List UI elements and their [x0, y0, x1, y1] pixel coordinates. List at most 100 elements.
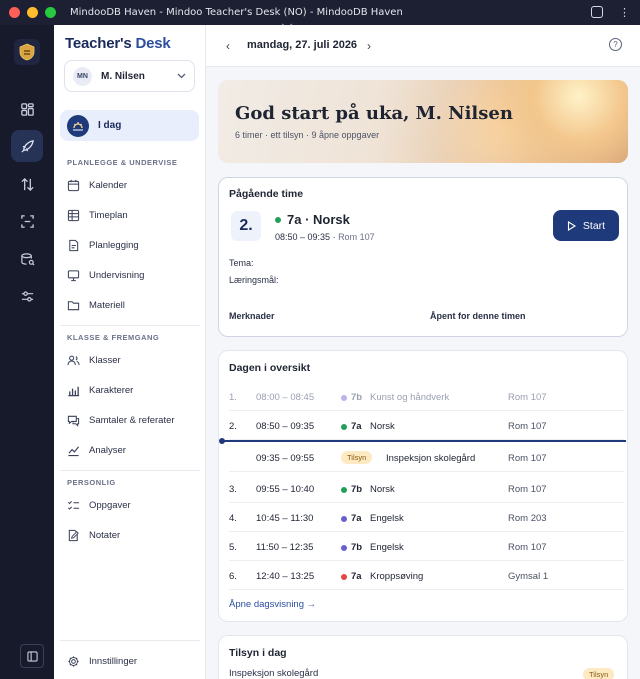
section-title-plan: PLANLEGGE & UNDERVISE [67, 158, 178, 167]
help-icon[interactable]: ? [609, 38, 622, 51]
room-name: Rom 107 [508, 484, 547, 495]
icon-rail [0, 25, 54, 679]
class-color-dot [341, 516, 347, 522]
user-name: M. Nilsen [101, 70, 145, 82]
sidebar-item-notater[interactable]: Notater [67, 526, 120, 544]
note-edit-icon [68, 529, 79, 541]
greeting-title: God start på uka, M. Nilsen [235, 103, 513, 124]
schedule-row[interactable]: 4. 10:45 – 11:30 7a Engelsk Rom 203 [229, 503, 624, 532]
lesson-subject: Norsk [370, 484, 395, 495]
toggle-sidebar-button[interactable] [20, 644, 44, 668]
topic-label: Tema: [229, 258, 254, 268]
schedule-row[interactable]: 2. 08:50 – 09:35 7a Norsk Rom 107 [229, 411, 624, 440]
rail-database-button[interactable] [11, 243, 43, 275]
period-number: 2. [231, 211, 261, 241]
calendar-icon [67, 179, 80, 191]
lesson-subject: Engelsk [370, 513, 404, 524]
period-number: 4. [229, 513, 237, 524]
period-number: 2. [229, 421, 237, 432]
lesson-subject: Kunst og håndverk [370, 392, 450, 403]
status-badge: Tilsyn [341, 451, 373, 464]
rail-rocket-button[interactable] [11, 130, 43, 162]
extensions-icon[interactable] [591, 6, 603, 18]
section-title-class: KLASSE & FREMGANG [67, 333, 160, 342]
sidebar-item-klasser[interactable]: Klasser [67, 351, 121, 369]
room-name: Gymsal 1 [508, 571, 549, 582]
lesson-time: 09:55 – 10:40 [256, 484, 315, 495]
rail-scan-button[interactable] [11, 205, 43, 237]
schedule-row[interactable]: 09:35 – 09:55 Tilsyn Inspeksjon skolegård R… [229, 443, 624, 472]
maximize-window-button[interactable] [45, 7, 56, 18]
previous-day-button[interactable]: ‹ [226, 39, 230, 53]
sunrise-icon [67, 114, 89, 137]
sidebar-item-materiell[interactable]: Materiell [67, 296, 125, 314]
start-lesson-button[interactable]: Start [553, 210, 619, 241]
play-icon [567, 220, 576, 231]
sidebar-item-today[interactable]: I dag [60, 110, 199, 141]
class-name: 7a [351, 421, 362, 432]
class-name: 7a [351, 513, 362, 524]
lesson-subject: Norsk [370, 421, 395, 432]
sidebar-item-undervisning[interactable]: Undervisning [67, 266, 144, 284]
current-lesson-card: Pågående time 2. 7a · Norsk 08:50 – 09:3… [218, 177, 628, 337]
user-selector[interactable]: MN M. Nilsen [64, 60, 195, 92]
sidebar-item-samtaler[interactable]: Samtaler & referater [67, 411, 175, 429]
card-title: Pågående time [229, 188, 304, 200]
day-overview-card: Dagen i oversikt 1. 08:00 – 08:45 7b Kunst … [218, 350, 628, 622]
greeting-banner: God start på uka, M. Nilsen 6 timer · et… [218, 80, 628, 163]
sidebar-item-settings[interactable]: Innstillinger [67, 652, 137, 670]
close-window-button[interactable] [9, 7, 20, 18]
gear-icon [68, 655, 79, 667]
presentation-icon [67, 269, 80, 281]
shield-logo-icon [19, 43, 35, 61]
sidebar-divider [60, 470, 200, 471]
period-number: 5. [229, 542, 237, 553]
rail-transfer-button[interactable] [11, 168, 43, 200]
supervision-card: Tilsyn i dag Inspeksjon skolegård Tilsyn [218, 635, 628, 679]
chat-icon [67, 415, 80, 427]
chevron-down-icon [177, 73, 186, 79]
bar-chart-icon [68, 386, 80, 396]
supervision-item: Inspeksjon skolegård [229, 668, 319, 679]
users-icon [67, 355, 80, 365]
minimize-window-button[interactable] [27, 7, 38, 18]
document-plan-icon [69, 239, 79, 251]
sidebar-item-kalender[interactable]: Kalender [67, 176, 127, 194]
lesson-time: 10:45 – 11:30 [256, 513, 314, 524]
lesson-subject: Kroppsøving [370, 571, 424, 582]
room-name: Rom 203 [508, 513, 547, 524]
class-color-dot [341, 424, 347, 430]
sidebar-item-oppgaver[interactable]: Oppgaver [67, 496, 131, 514]
sidebar-item-analyser[interactable]: Analyser [67, 441, 126, 459]
brand-title: Teacher's Desk [65, 35, 171, 52]
sidebar-item-timeplan[interactable]: Timeplan [67, 206, 128, 224]
status-badge: Tilsyn [583, 668, 615, 679]
rail-settings-button[interactable] [11, 280, 43, 312]
class-color-dot [341, 487, 347, 493]
period-number: 3. [229, 484, 237, 495]
trend-icon [68, 445, 80, 456]
lesson-time: 08:00 – 08:45 [256, 392, 315, 403]
card-title: Dagen i oversikt [229, 362, 311, 374]
learning-goal-label: Læringsmål: [229, 275, 279, 285]
main-content: ‹ mandag, 27. juli 2026 › ? God start på… [206, 25, 640, 679]
rail-dashboard-button[interactable] [11, 93, 43, 125]
sidebar-item-karakterer[interactable]: Karakterer [67, 381, 133, 399]
schedule-row[interactable]: 3. 09:55 – 10:40 7b Norsk Rom 107 [229, 474, 624, 503]
lesson-time: 12:40 – 13:25 [256, 571, 315, 582]
schedule-row[interactable]: 1. 08:00 – 08:45 7b Kunst og håndverk Rom 10… [229, 382, 624, 411]
more-menu-icon[interactable]: ⋮ [619, 6, 630, 19]
schedule-row[interactable]: 5. 11:50 – 12:35 7b Engelsk Rom 107 [229, 532, 624, 561]
rocket-icon [20, 139, 34, 153]
lesson-subject: Inspeksjon skolegård [386, 453, 476, 464]
window-title: MindooDB Haven - Mindoo Teacher's Desk (… [70, 7, 403, 18]
open-day-view-link[interactable]: Åpne dagsvisning → [229, 599, 316, 610]
sidebar-divider [60, 640, 200, 641]
folder-icon [67, 300, 80, 310]
sidebar-item-planlegging[interactable]: Planlegging [67, 236, 139, 254]
notes-label: Merknader [229, 311, 275, 321]
next-day-button[interactable]: › [367, 39, 371, 53]
sidebar-item-label: I dag [98, 120, 122, 131]
room-name: Rom 107 [508, 392, 547, 403]
schedule-row[interactable]: 6. 12:40 – 13:25 7a Kroppsøving Gymsal 1 [229, 561, 624, 590]
